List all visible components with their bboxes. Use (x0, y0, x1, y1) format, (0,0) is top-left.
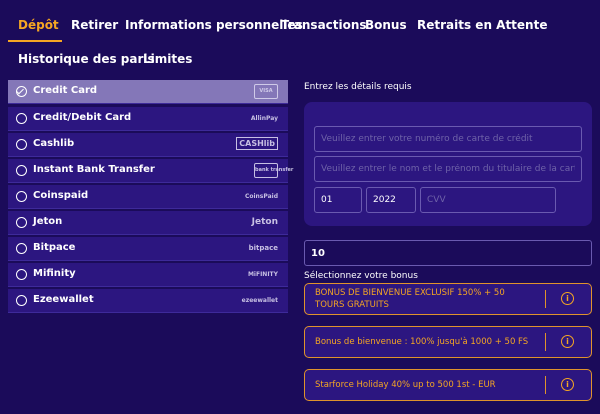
method-credit-debit-card[interactable]: Credit/Debit Card AllinPay (8, 107, 288, 131)
ezeewallet-logo-icon: ezeewallet (241, 297, 278, 304)
radio-icon (16, 139, 27, 150)
form-title: Entrez les détails requis (304, 82, 412, 92)
method-label: Credit/Debit Card (33, 112, 132, 123)
method-label: Instant Bank Transfer (33, 164, 155, 175)
method-label: Ezeewallet (33, 294, 94, 305)
cvv-input[interactable] (420, 187, 556, 213)
coinspaid-logo-icon: CoinsPaid (244, 193, 278, 200)
deposit-amount-input[interactable] (304, 240, 592, 266)
method-label: Jeton (33, 216, 63, 227)
radio-icon (16, 165, 27, 176)
method-jeton[interactable]: Jeton Jeton (8, 211, 288, 235)
expiry-month-input[interactable] (314, 187, 362, 213)
bonus-option-welcome[interactable]: Bonus de bienvenue : 100% jusqu'à 1000 +… (304, 326, 592, 358)
bonus-text: BONUS DE BIENVENUE EXCLUSIF 150% + 50 TO… (315, 288, 505, 310)
card-details-panel (304, 102, 592, 226)
method-label: Credit Card (33, 85, 98, 96)
bitpace-logo-icon: bitpace (248, 244, 278, 252)
info-icon[interactable]: i (561, 292, 574, 305)
method-label: Coinspaid (33, 190, 89, 201)
active-tab-indicator (8, 40, 62, 42)
allinpay-logo-icon: AllinPay (250, 115, 278, 122)
visa-logo-icon: VISA (252, 84, 278, 99)
bonus-option-starforce-holiday[interactable]: Starforce Holiday 40% up to 500 1st - EU… (304, 369, 592, 401)
account-tabs: Dépôt Retirer Informations personnelles … (0, 0, 600, 80)
method-bitpace[interactable]: Bitpace bitpace (8, 237, 288, 261)
radio-icon (16, 191, 27, 202)
tab-retraits-en-attente[interactable]: Retraits en Attente (417, 18, 547, 32)
bonus-divider (545, 376, 546, 394)
card-number-input[interactable] (314, 126, 582, 152)
tab-depot[interactable]: Dépôt (18, 18, 59, 32)
bonus-section-title: Sélectionnez votre bonus (304, 271, 418, 281)
cashlib-logo-icon: CASHlib (236, 137, 278, 152)
mifinity-logo-icon: MiFINITY (247, 271, 278, 278)
method-coinspaid[interactable]: Coinspaid CoinsPaid (8, 185, 288, 209)
method-cashlib[interactable]: Cashlib CASHlib (8, 133, 288, 157)
method-label: Cashlib (33, 138, 75, 149)
tab-bonus[interactable]: Bonus (365, 18, 407, 32)
method-instant-bank-transfer[interactable]: Instant Bank Transfer bank transfer (8, 159, 293, 183)
bonus-divider (545, 290, 546, 308)
info-icon[interactable]: i (561, 378, 574, 391)
radio-icon (16, 269, 27, 280)
method-label: Mifinity (33, 268, 76, 279)
tab-transactions[interactable]: Transactions (281, 18, 367, 32)
bonus-text: Starforce Holiday 40% up to 500 1st - EU… (315, 380, 496, 390)
bonus-text: Bonus de bienvenue : 100% jusqu'à 1000 +… (315, 337, 529, 347)
method-ezeewallet[interactable]: Ezeewallet ezeewallet (8, 289, 288, 313)
radio-icon (16, 217, 27, 228)
bank-transfer-logo-icon: bank transfer (252, 163, 293, 178)
radio-icon (16, 295, 27, 306)
card-holder-input[interactable] (314, 156, 582, 182)
bonus-option-exclusive-welcome[interactable]: BONUS DE BIENVENUE EXCLUSIF 150% + 50 TO… (304, 283, 592, 315)
expiry-year-input[interactable] (366, 187, 416, 213)
radio-icon (16, 113, 27, 124)
method-credit-card[interactable]: Credit Card VISA (8, 80, 288, 104)
radio-checked-icon (16, 86, 27, 97)
method-mifinity[interactable]: Mifinity MiFINITY (8, 263, 288, 287)
tab-historique-des-paris[interactable]: Historique des paris (18, 52, 155, 66)
tab-informations-personnelles[interactable]: Informations personnelles (125, 18, 303, 32)
jeton-logo-icon: Jeton (251, 217, 278, 227)
method-label: Bitpace (33, 242, 76, 253)
tab-retirer[interactable]: Retirer (71, 18, 118, 32)
radio-icon (16, 243, 27, 254)
bonus-divider (545, 333, 546, 351)
info-icon[interactable]: i (561, 335, 574, 348)
tab-limites[interactable]: Limites (143, 52, 192, 66)
